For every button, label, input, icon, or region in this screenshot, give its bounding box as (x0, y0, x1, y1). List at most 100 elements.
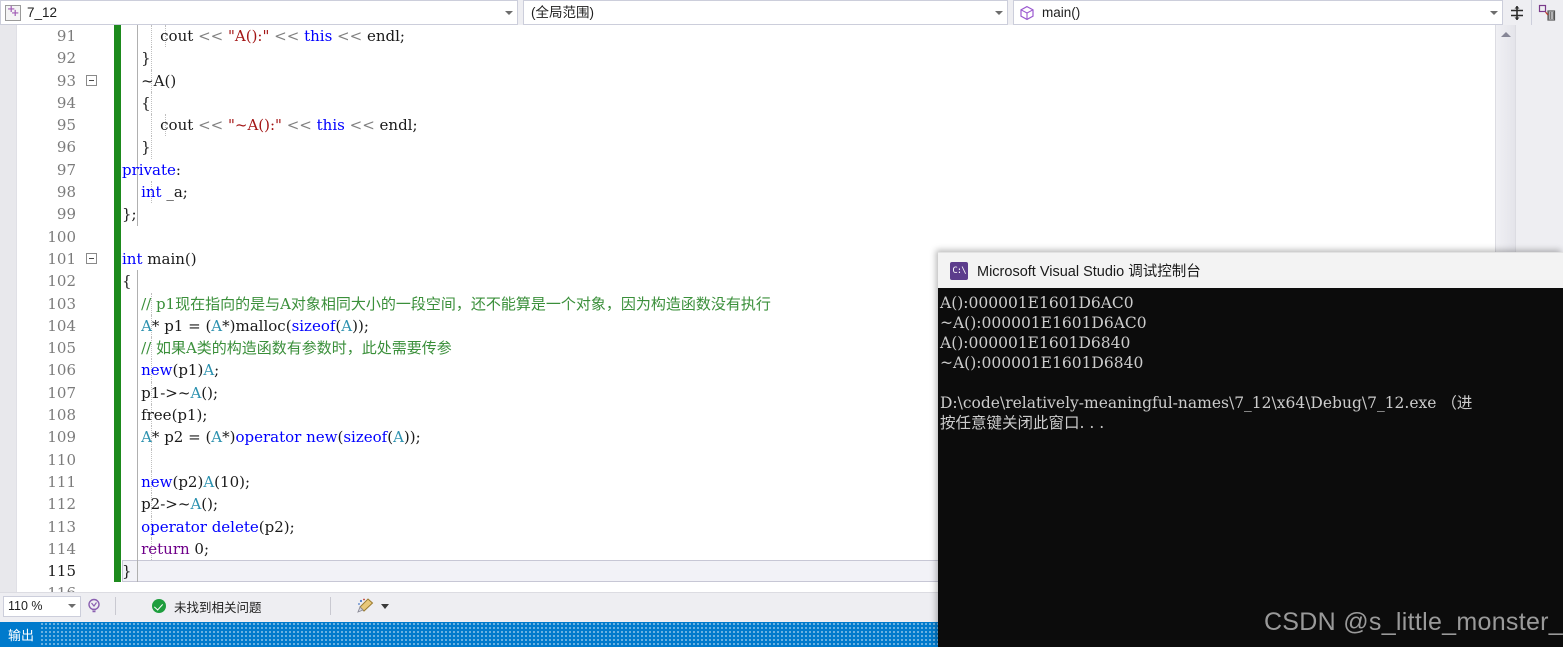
compare-icon[interactable] (1531, 0, 1561, 25)
line-number: 116 (18, 582, 76, 592)
code-line-text: int _a; (141, 183, 188, 202)
code-line[interactable]: 93 ~A() (18, 69, 1496, 92)
chevron-down-icon-function[interactable] (1486, 1, 1502, 24)
error-status-indicator[interactable]: 未找到相关问题 (152, 597, 262, 616)
console-line: 按任意键关闭此窗口. . . (940, 414, 1105, 432)
code-line[interactable]: 92 } (18, 47, 1496, 70)
lightbulb-icon[interactable] (81, 595, 107, 617)
line-number: 114 (47, 539, 76, 558)
project-selector-combobox[interactable]: 7_12 (0, 0, 518, 25)
project-icon (5, 4, 21, 21)
unsaved-change-bar (114, 515, 121, 538)
line-number: 110 (47, 450, 76, 469)
code-line[interactable]: 91 cout << "A():" << this << endl; (18, 25, 1496, 48)
code-line[interactable]: 94 { (18, 91, 1496, 115)
line-number: 94 (56, 93, 76, 112)
error-status-label: 未找到相关问题 (174, 600, 262, 615)
scroll-up-arrow-icon[interactable] (1496, 25, 1516, 43)
line-number: 115 (47, 562, 76, 581)
line-number: 106 (47, 361, 76, 380)
code-line[interactable]: 96 } (18, 136, 1496, 159)
brush-icon (356, 598, 373, 613)
code-line[interactable]: 99}; (18, 203, 1496, 226)
line-number: 98 (56, 183, 76, 202)
unsaved-change-bar (114, 448, 121, 471)
unsaved-change-bar (114, 560, 121, 583)
code-line-text: cout << "~A():" << this << endl; (160, 116, 418, 135)
unsaved-change-bar (114, 247, 121, 271)
output-panel-tab[interactable]: 输出 (0, 622, 938, 647)
collapse-minus-icon[interactable] (86, 252, 97, 264)
status-divider-1 (115, 597, 116, 615)
visual-studio-window: 7_12 (全局范围) main() (0, 0, 1563, 647)
selection-margin (0, 25, 17, 592)
collapse-minus-icon[interactable] (86, 74, 97, 86)
zoom-level-combobox[interactable]: 110 % (3, 595, 81, 618)
code-line-text: private: (122, 160, 181, 179)
unsaved-change-bar (114, 69, 121, 92)
code-line[interactable]: 95 cout << "~A():" << this << endl; (18, 114, 1496, 137)
line-number: 108 (47, 406, 76, 425)
chevron-down-icon-project[interactable] (501, 1, 517, 24)
unsaved-change-bar (114, 381, 121, 405)
chevron-down-icon-zoom[interactable] (64, 595, 80, 618)
unsaved-change-bar (114, 25, 121, 48)
console-output-text: A():000001E1601D6AC0 ~A():000001E1601D6AC… (938, 288, 1563, 647)
code-line[interactable]: 98 int _a; (18, 181, 1496, 204)
unsaved-change-bar (114, 493, 121, 516)
console-title-bar[interactable]: C:\ Microsoft Visual Studio 调试控制台 (938, 252, 1563, 288)
line-number: 97 (56, 160, 76, 179)
unsaved-change-bar (114, 203, 121, 226)
zoom-level-value: 110 % (8, 599, 43, 613)
function-selector-combobox[interactable]: main() (1013, 0, 1503, 25)
unsaved-change-bar (114, 136, 121, 159)
code-line-text: { (122, 93, 151, 112)
line-number: 113 (47, 517, 76, 536)
line-number: 103 (47, 294, 76, 313)
function-selector-label: main() (1042, 5, 1081, 20)
block-bracket-line (137, 448, 138, 471)
scope-selector-combobox[interactable]: (全局范围) (523, 0, 1008, 25)
console-app-icon: C:\ (950, 261, 968, 280)
unsaved-change-bar (114, 537, 121, 561)
chevron-down-icon-scope[interactable] (991, 1, 1007, 24)
code-cleanup-button[interactable] (355, 597, 389, 615)
line-number: 107 (47, 383, 76, 402)
split-window-icon[interactable] (1503, 0, 1531, 25)
output-tab-label: 输出 (8, 628, 35, 643)
output-tab-drag-dots[interactable] (40, 622, 938, 647)
navbar-right-tools (1503, 0, 1563, 25)
unsaved-change-bar (114, 314, 121, 338)
console-line: ~A():000001E1601D6AC0 (940, 314, 1147, 332)
code-line-text: } (122, 138, 151, 157)
line-number: 95 (56, 116, 76, 135)
project-selector-label: 7_12 (27, 5, 58, 20)
editor-navigation-bar: 7_12 (全局范围) main() (0, 0, 1563, 25)
outlining-margin[interactable] (84, 70, 106, 92)
code-line[interactable]: 100 (18, 225, 1496, 248)
debug-console-window[interactable]: C:\ Microsoft Visual Studio 调试控制台 A():00… (938, 252, 1563, 647)
indent-guide-line (151, 448, 152, 471)
unsaved-change-bar (114, 404, 121, 427)
code-line-text: } (122, 49, 151, 68)
code-line-text: }; (122, 205, 137, 224)
check-circle-icon (152, 599, 166, 613)
unsaved-change-bar (114, 337, 121, 360)
line-number: 111 (47, 472, 76, 491)
line-number: 109 (47, 428, 76, 447)
line-number: 104 (47, 316, 76, 335)
console-line: D:\code\relatively-meaningful-names\7_12… (940, 394, 1473, 412)
chevron-down-icon-cleanup[interactable] (380, 603, 389, 609)
console-line: ~A():000001E1601D6840 (940, 354, 1144, 372)
unsaved-change-bar (114, 158, 121, 182)
console-line: A():000001E1601D6840 (940, 334, 1131, 352)
outlining-margin[interactable] (84, 248, 106, 270)
unsaved-change-bar (114, 91, 121, 115)
line-number: 96 (56, 138, 76, 157)
console-title-text: Microsoft Visual Studio 调试控制台 (977, 264, 1201, 280)
line-number: 92 (56, 49, 76, 68)
unsaved-change-bar (114, 225, 121, 248)
unsaved-change-bar (114, 47, 121, 70)
code-line[interactable]: 97 private: (18, 158, 1496, 182)
